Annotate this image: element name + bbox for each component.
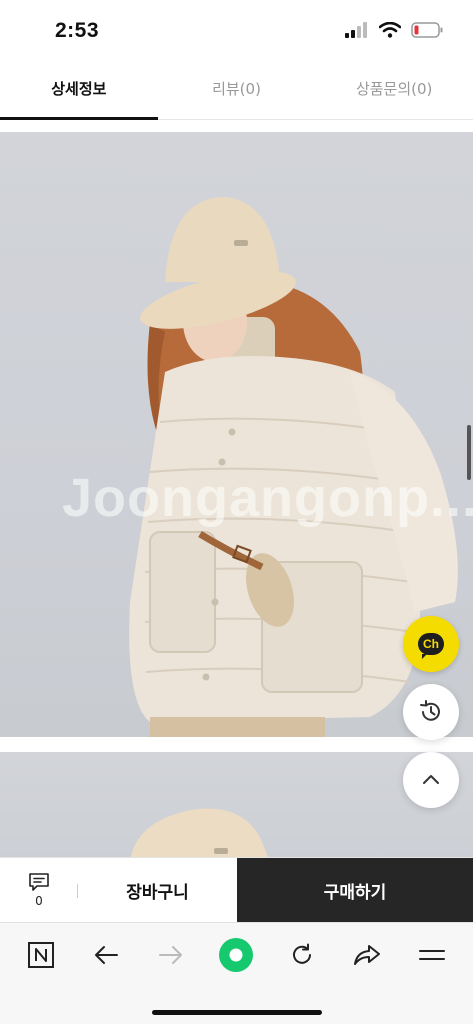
product-photo-model — [129, 197, 458, 737]
status-icons — [345, 22, 443, 38]
channel-chat-icon: Ch — [418, 633, 444, 659]
tab-product-inquiry[interactable]: 상품문의(0) — [315, 58, 473, 119]
recent-history-button[interactable] — [403, 684, 459, 740]
naver-home-button[interactable] — [21, 935, 61, 975]
forward-arrow-icon — [159, 946, 183, 964]
purchase-bar: 0 장바구니 구매하기 — [0, 857, 473, 922]
battery-low-icon — [411, 22, 443, 38]
back-button[interactable] — [86, 935, 126, 975]
history-icon — [420, 700, 440, 721]
back-arrow-icon — [94, 946, 118, 964]
scroll-top-button[interactable] — [403, 752, 459, 808]
product-image: Joongangonp... — [0, 132, 473, 737]
naver-n-icon — [27, 942, 54, 968]
product-image-2 — [0, 752, 473, 862]
scrollbar[interactable] — [467, 425, 471, 480]
menu-icon — [419, 950, 446, 960]
forward-button[interactable] — [151, 935, 191, 975]
message-icon — [29, 873, 49, 891]
cart-button[interactable]: 장바구니 — [78, 858, 237, 922]
status-bar: 2:53 — [0, 0, 473, 58]
tab-reviews[interactable]: 리뷰(0) — [158, 58, 316, 119]
bar-separator — [77, 884, 78, 898]
green-dot-icon — [219, 938, 254, 972]
share-button[interactable] — [347, 935, 387, 975]
signal-icon — [345, 22, 367, 38]
product-tabs: 상세정보 리뷰(0) 상품문의(0) — [0, 58, 473, 120]
inquiry-button[interactable]: 0 — [0, 858, 78, 922]
green-dot-button[interactable] — [216, 935, 256, 975]
buy-button[interactable]: 구매하기 — [237, 858, 473, 922]
wifi-icon — [379, 22, 401, 38]
kakao-channel-button[interactable]: Ch — [403, 616, 459, 672]
status-time: 2:53 — [55, 19, 100, 42]
menu-button[interactable] — [412, 935, 452, 975]
refresh-icon — [292, 943, 311, 964]
chevron-up-icon — [423, 775, 439, 784]
refresh-button[interactable] — [282, 935, 322, 975]
share-icon — [354, 945, 381, 965]
tab-detail-info[interactable]: 상세정보 — [0, 58, 158, 120]
product-photo-model-2 — [130, 808, 270, 862]
browser-toolbar — [0, 922, 473, 1024]
image-divider — [0, 737, 473, 752]
watermark-text: Joongangonp... — [62, 468, 473, 528]
home-indicator[interactable] — [152, 1010, 322, 1015]
inquiry-count: 0 — [35, 894, 43, 908]
